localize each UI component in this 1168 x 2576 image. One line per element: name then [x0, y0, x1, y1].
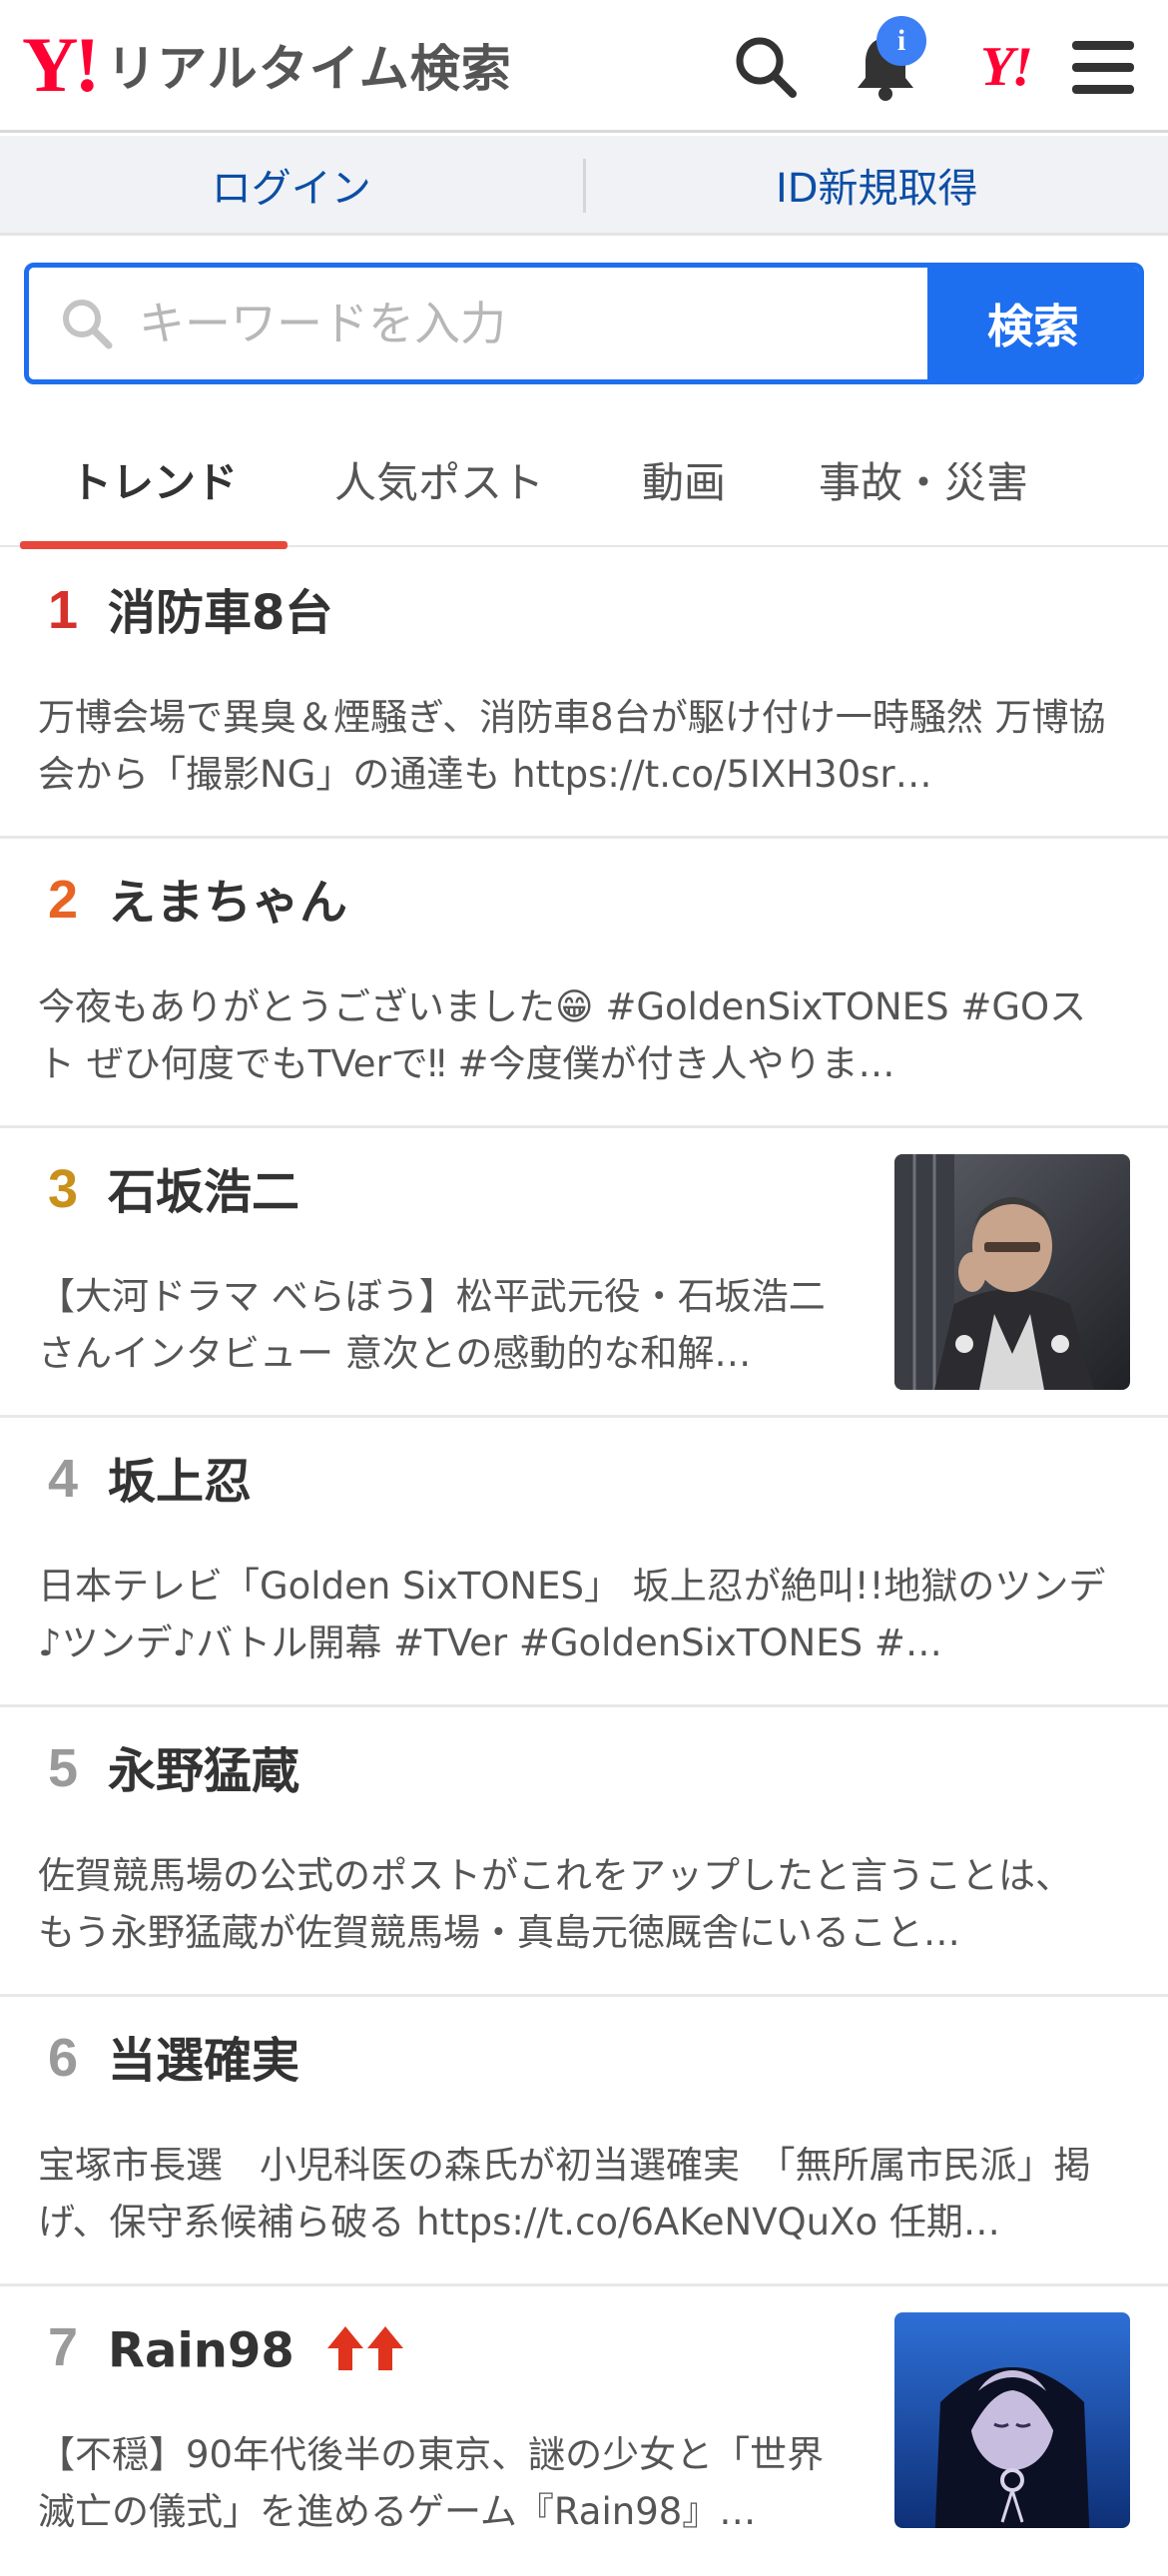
app-header: Y! リアルタイム検索 i Y!: [0, 0, 1168, 133]
tab-trend[interactable]: トレンド: [20, 412, 288, 547]
login-link[interactable]: ログイン: [0, 136, 583, 233]
trend-description: 日本テレビ「Golden SixTONES」 坂上忍が絶叫!!地獄のツンデ♪ツン…: [38, 1558, 1106, 1671]
trend-rank: 6: [48, 2031, 78, 2085]
yahoo-japan-icon[interactable]: Y!: [960, 22, 1050, 112]
yahoo-logo-mark: Y!: [22, 26, 96, 104]
trend-item[interactable]: 6 当選確実 宝塚市長選 小児科医の森氏が初当選確実 「無所属市民派」掲げ、保守…: [0, 1997, 1168, 2286]
notification-badge: i: [876, 16, 926, 66]
trend-rank: 5: [48, 1741, 78, 1795]
trend-item[interactable]: 3 石坂浩二 【大河ドラマ べらぼう】松平武元役・石坂浩二さんインタビュー 意次…: [0, 1128, 1168, 1418]
trend-keyword: 永野猛蔵: [108, 1745, 299, 1798]
trend-thumbnail[interactable]: [894, 2312, 1130, 2528]
trend-item[interactable]: 4 坂上忍 日本テレビ「Golden SixTONES」 坂上忍が絶叫!!地獄の…: [0, 1418, 1168, 1707]
trend-keyword: Rain98: [108, 2322, 294, 2378]
trend-keyword-wrapper: Rain98: [108, 2324, 407, 2383]
trend-keyword: 坂上忍: [108, 1456, 252, 1509]
search-icon[interactable]: [721, 22, 811, 112]
trend-keyword: 当選確実: [108, 2035, 299, 2088]
trend-description: 宝塚市長選 小児科医の森氏が初当選確実 「無所属市民派」掲げ、保守系候補ら破る …: [38, 2137, 1106, 2251]
trend-rank: 3: [48, 1162, 78, 1216]
double-up-arrow-icon: [325, 2324, 407, 2383]
search-bar: 検索: [24, 263, 1144, 384]
trend-keyword: えまちゃん: [108, 877, 347, 930]
site-logo[interactable]: Y! リアルタイム検索: [22, 30, 512, 100]
login-bar: ログイン ID新規取得: [0, 136, 1168, 236]
trend-description: 【大河ドラマ べらぼう】松平武元役・石坂浩二さんインタビュー 意次との感動的な和…: [38, 1268, 837, 1382]
trend-keyword: 消防車8台: [108, 587, 332, 640]
trend-item[interactable]: 7 Rain98 【不穏】90年代後半の東京、謎の少女と「世界滅亡の儀式」を進め…: [0, 2286, 1168, 2576]
page-title: リアルタイム検索: [106, 29, 512, 101]
trend-rank: 2: [48, 873, 78, 927]
hamburger-menu-icon[interactable]: [1058, 22, 1148, 112]
trend-item[interactable]: 5 永野猛蔵 佐賀競馬場の公式のポストがこれをアップしたと言うことは、もう永野猛…: [0, 1707, 1168, 1997]
search-field-wrapper: [29, 268, 927, 379]
trend-rank: 4: [48, 1452, 78, 1506]
tab-videos[interactable]: 動画: [599, 412, 769, 547]
trend-description: 佐賀競馬場の公式のポストがこれをアップしたと言うことは、もう永野猛蔵が佐賀競馬場…: [38, 1847, 1106, 1961]
trend-item[interactable]: 1 消防車8台 万博会場で異臭＆煙騒ぎ、消防車8台が駆け付け一時騒然 万博協会か…: [0, 549, 1168, 839]
trend-description: 万博会場で異臭＆煙騒ぎ、消防車8台が駆け付け一時騒然 万博協会から「撮影NG」の…: [38, 689, 1106, 803]
trend-rank: 1: [48, 583, 78, 637]
trend-thumbnail[interactable]: [894, 1154, 1130, 1390]
register-link[interactable]: ID新規取得: [586, 136, 1168, 233]
trend-rank: 7: [48, 2320, 78, 2374]
search-button[interactable]: 検索: [927, 268, 1139, 379]
notification-bell-icon[interactable]: i: [841, 22, 930, 112]
tab-accidents-disasters[interactable]: 事故・災害: [789, 412, 1058, 547]
trend-description: 今夜もありがとうございました😁 #GoldenSixTONES #GOスト ぜひ…: [38, 978, 1106, 1092]
trend-description: 【不穏】90年代後半の東京、謎の少女と「世界滅亡の儀式」を進めるゲーム『Rain…: [38, 2426, 837, 2540]
tab-popular-posts[interactable]: 人気ポスト: [299, 412, 579, 547]
trend-item[interactable]: 2 えまちゃん 今夜もありがとうございました😁 #GoldenSixTONES …: [0, 839, 1168, 1128]
trend-keyword: 石坂浩二: [108, 1166, 299, 1219]
search-input[interactable]: [139, 268, 937, 379]
search-icon: [59, 296, 115, 355]
category-tabs: トレンド 人気ポスト 動画 事故・災害: [0, 412, 1168, 547]
